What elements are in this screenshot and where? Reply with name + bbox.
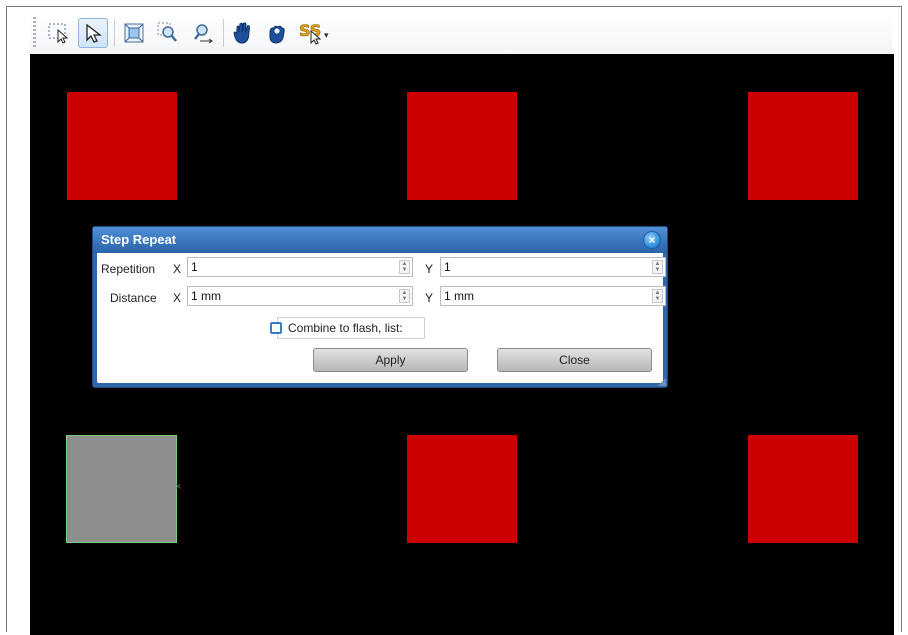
pad[interactable] (67, 92, 177, 200)
combine-checkbox-row[interactable]: Combine to flash, list: (270, 317, 425, 339)
pad[interactable] (407, 435, 517, 543)
dialog-close-button[interactable]: × (643, 231, 661, 249)
pad[interactable] (748, 92, 858, 200)
selected-pad[interactable] (66, 435, 177, 543)
hand-grab-icon (269, 25, 285, 44)
distance-x-spinner[interactable]: ▲ ▼ (399, 289, 410, 303)
select-arrow-icon (86, 23, 102, 43)
dialog-title: Step Repeat (93, 227, 667, 253)
repetition-label: Repetition (101, 262, 156, 276)
zoom-fit-button[interactable] (119, 18, 149, 48)
toolbar: SS ▾ (30, 12, 892, 55)
cursor-mark: × (175, 481, 182, 493)
resize-grip[interactable] (658, 378, 666, 386)
dialog-body: Repetition X 1 ▲ ▼ Y 1 ▲ ▼ Distance X 1 mm… (97, 253, 666, 383)
combine-checkbox[interactable] (270, 322, 282, 334)
distance-y-spinner[interactable]: ▲ ▼ (652, 289, 663, 303)
repetition-y-input[interactable]: 1 ▲ ▼ (440, 257, 666, 277)
repetition-x-value: 1 (191, 260, 198, 274)
distance-y-label: Y (425, 291, 434, 305)
repetition-y-spinner[interactable]: ▲ ▼ (652, 260, 663, 274)
close-button[interactable]: Close (497, 348, 652, 372)
distance-x-label: X (173, 291, 182, 305)
repetition-y-label: Y (425, 262, 434, 276)
repetition-x-label: X (173, 262, 182, 276)
zoom-window-icon (157, 22, 177, 42)
hand-grab-button[interactable] (262, 18, 292, 48)
distance-x-input[interactable]: 1 mm ▲ ▼ (187, 286, 413, 306)
lasso-select-button[interactable] (44, 18, 74, 48)
snap-button[interactable]: SS (296, 18, 326, 48)
zoom-pan-icon (194, 24, 213, 44)
step-repeat-dialog: Step Repeat × Repetition X 1 ▲ ▼ Y 1 ▲ ▼ D… (92, 226, 668, 388)
snap-icon: SS (299, 21, 322, 45)
repetition-x-spinner[interactable]: ▲ ▼ (399, 260, 410, 274)
repetition-y-value: 1 (444, 260, 451, 274)
hand-pan-button[interactable] (228, 18, 258, 48)
select-arrow-button[interactable] (78, 18, 108, 48)
zoom-window-button[interactable] (153, 18, 183, 48)
zoom-fit-icon (124, 23, 144, 43)
pad[interactable] (748, 435, 858, 543)
distance-y-input[interactable]: 1 mm ▲ ▼ (440, 286, 666, 306)
toolbar-separator (114, 19, 115, 47)
apply-button[interactable]: Apply (313, 348, 468, 372)
distance-y-value: 1 mm (444, 289, 474, 303)
distance-x-value: 1 mm (191, 289, 221, 303)
toolbar-grip[interactable] (33, 17, 36, 49)
toolbar-separator (223, 19, 224, 47)
distance-label: Distance (110, 291, 157, 305)
pad[interactable] (407, 92, 517, 200)
lasso-select-icon (48, 23, 69, 44)
hand-pan-icon (233, 22, 251, 44)
zoom-pan-button[interactable] (187, 18, 217, 48)
combine-label: Combine to flash, list: (288, 321, 403, 335)
repetition-x-input[interactable]: 1 ▲ ▼ (187, 257, 413, 277)
snap-dropdown-arrow[interactable]: ▾ (324, 30, 329, 41)
